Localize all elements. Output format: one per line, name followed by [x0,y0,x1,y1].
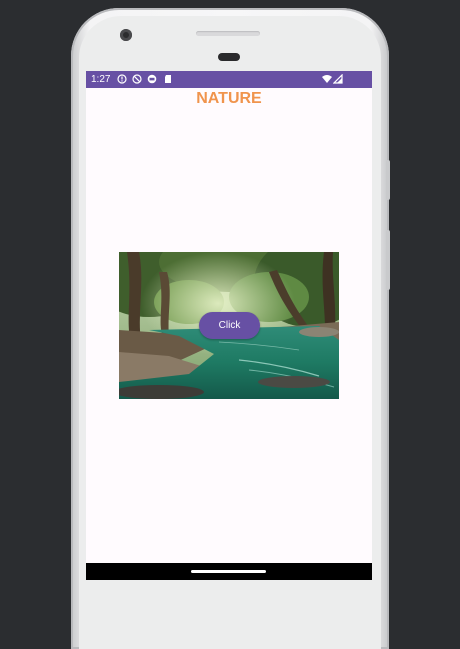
do-not-disturb-icon [132,74,142,84]
navigation-bar [86,563,372,580]
proximity-sensor [218,53,240,61]
cell-signal-icon [333,74,343,84]
click-button[interactable]: Click [199,312,260,339]
app-screen: 1:27 NATURE Click [86,71,372,580]
status-time: 1:27 [91,74,111,85]
page-title: NATURE [196,90,262,107]
wifi-icon [322,75,332,83]
volume-button[interactable] [386,230,390,290]
alert-circle-icon [117,74,127,84]
app-notification-icon [147,74,157,84]
front-camera-icon [120,29,132,41]
sd-card-icon [165,75,171,83]
status-bar: 1:27 [86,71,372,88]
earpiece-speaker [196,31,260,36]
power-button[interactable] [386,160,390,200]
home-gesture-handle[interactable] [191,570,266,573]
